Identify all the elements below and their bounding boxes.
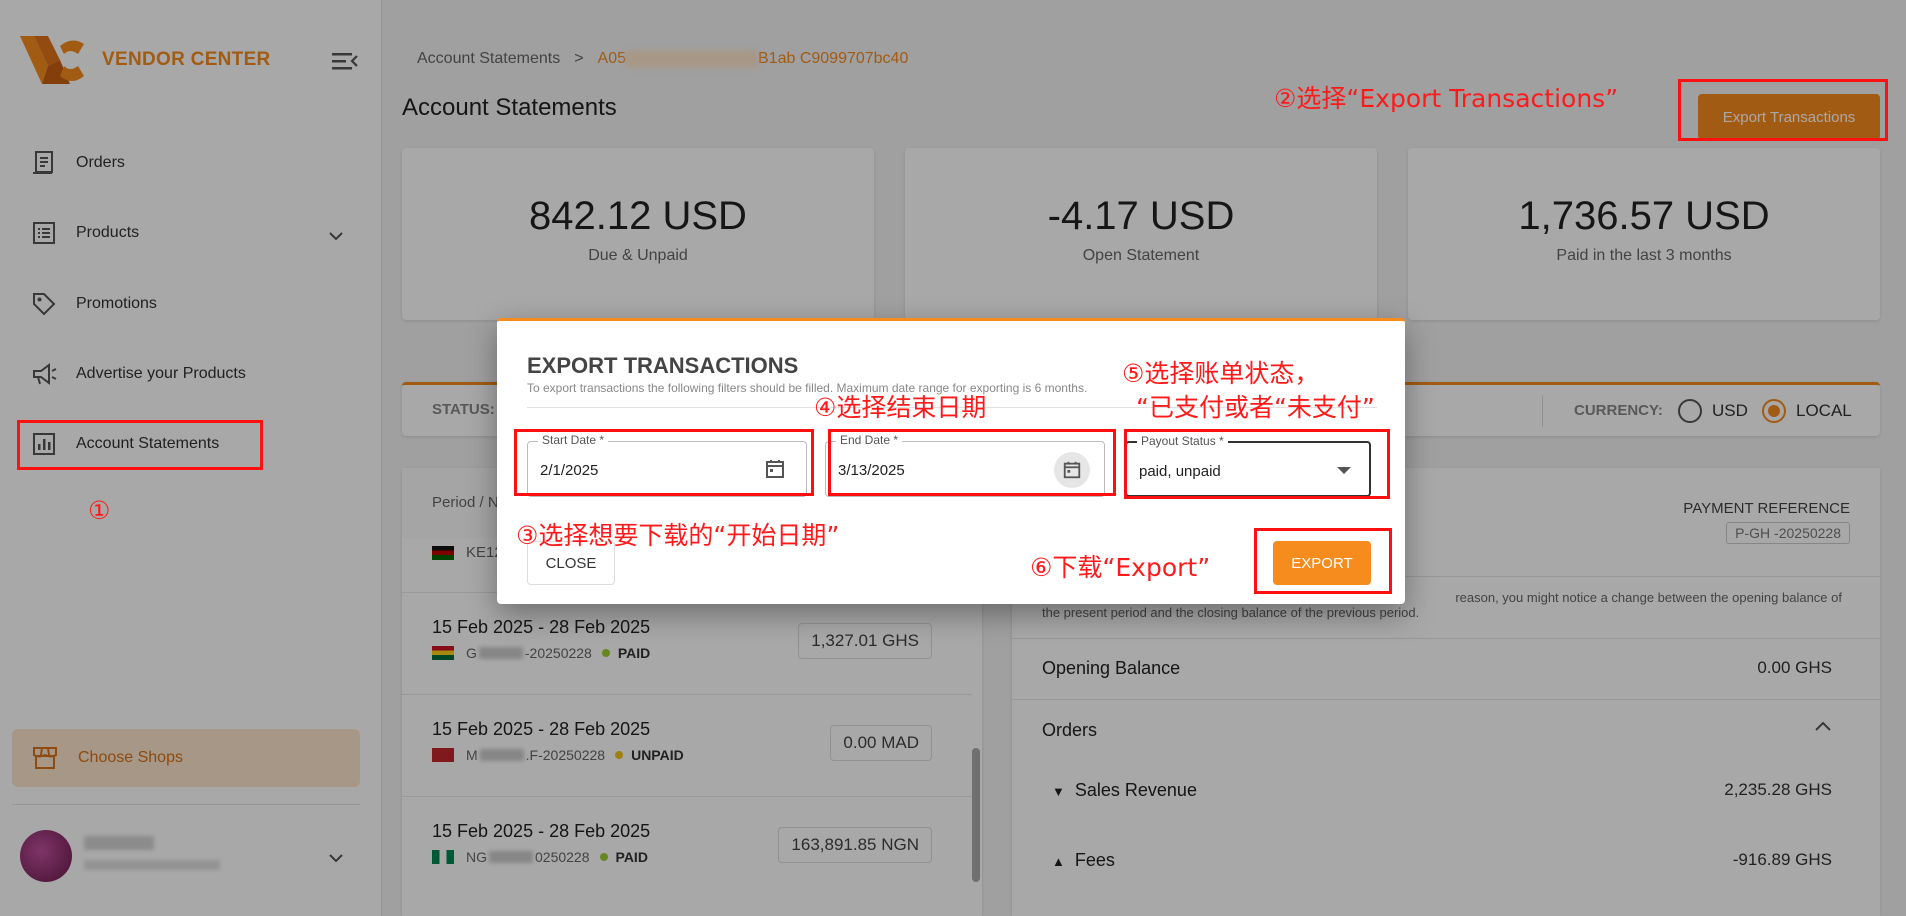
dialog-description: To export transactions the following fil… [527,381,1088,395]
annotation-step2: ②选择“Export Transactions” [1274,84,1619,113]
annotation-step5-line1: ⑤选择账单状态， [1122,359,1320,388]
annotation-box-step3 [514,429,814,496]
annotation-box-step5 [1124,429,1390,499]
annotation-step6: ⑥下载“Export” [1030,553,1211,582]
annotation-box-step4 [828,429,1116,496]
annotation-step5-line2: “已支付或者“未支付” [1136,393,1375,422]
dialog-title: EXPORT TRANSACTIONS [527,353,799,378]
annotation-step1: ① [88,496,111,525]
annotation-step4: ④选择结束日期 [814,393,987,422]
annotation-box-step6 [1254,528,1392,594]
annotation-step3: ③选择想要下载的“开始日期” [516,521,840,550]
annotation-box-step2 [1678,79,1888,141]
annotation-box-step1 [17,420,263,470]
